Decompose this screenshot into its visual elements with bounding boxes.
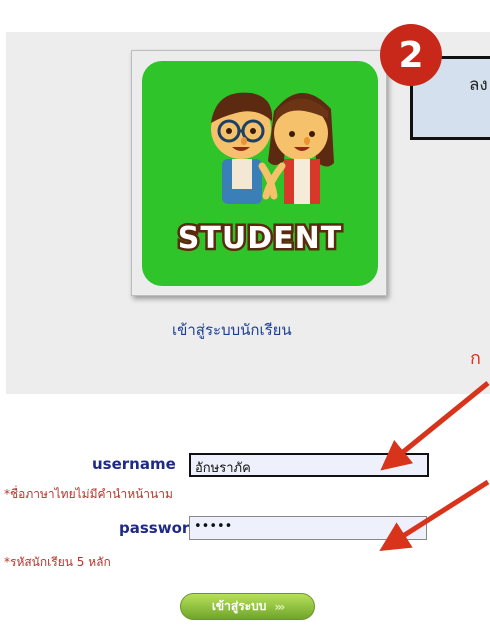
arrow-to-password-icon <box>379 479 490 552</box>
annotation-arrows <box>379 381 490 552</box>
arrow-to-username-icon <box>380 381 490 471</box>
